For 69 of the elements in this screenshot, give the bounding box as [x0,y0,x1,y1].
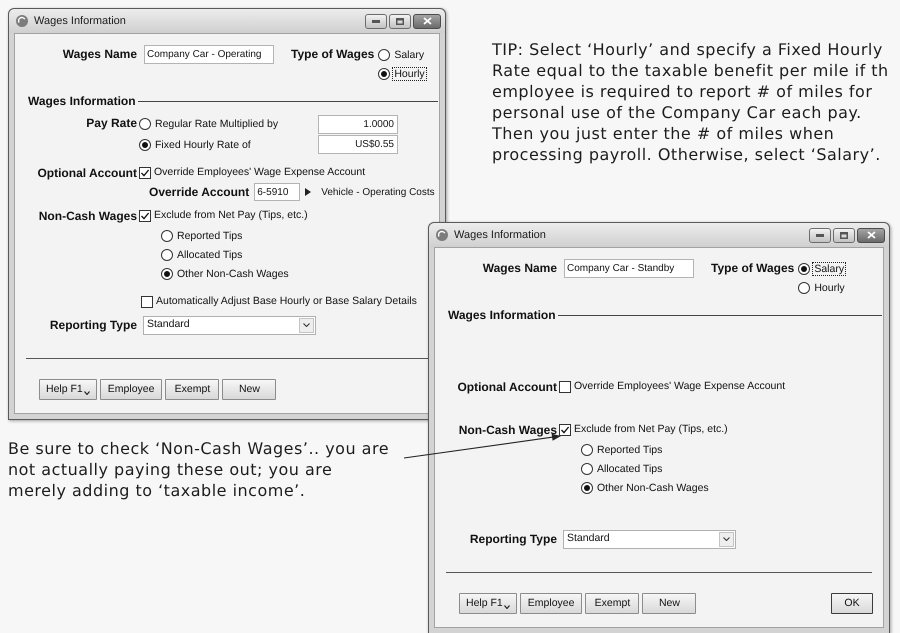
field-label: Override Account [149,184,250,201]
rate-field[interactable]: 1.0000 [318,114,398,134]
field-label: Optional Account [36,164,137,182]
chevron-down-icon [719,532,734,546]
chevron-down-icon [299,318,314,332]
help-menu-button[interactable]: Help F1 [39,379,97,400]
account-name: Vehicle - Operating Costs [321,186,435,200]
close-icon [422,17,432,25]
radio-option[interactable]: Salary [378,45,426,64]
minimize-icon [372,20,380,22]
radio-option[interactable]: Fixed Hourly Rate of [139,138,318,152]
ok-button[interactable]: OK [831,593,873,614]
caret-down-icon [84,390,90,394]
round-app-icon [436,229,448,241]
radio-option[interactable]: Regular Rate Multiplied by [139,117,318,131]
field-label: Wages Name [62,46,137,63]
window-title: Wages Information [34,14,126,29]
dialog-button[interactable]: New [222,379,276,400]
checkbox-option[interactable]: Exclude from Net Pay (Tips, etc.) [139,208,308,224]
dialog-button[interactable]: Employee [100,379,162,400]
checkbox-option[interactable]: Exclude from Net Pay (Tips, etc.) [559,422,728,438]
checkbox-option[interactable]: Override Employees' Wage Expense Account [139,165,366,181]
triangle-right-icon[interactable] [305,188,312,196]
note-text: Be sure to check ‘Non-Cash Wages’.. you are not actually paying these out; you are merely adding to ‘taxable income’. [8,438,390,501]
field-label: Wages Name [482,260,557,277]
radio-option[interactable]: Allocated Tips [581,459,664,478]
minimize-button[interactable] [809,228,831,242]
field-label: Type of Wages [291,46,374,63]
field-label: Non-Cash Wages [458,422,557,438]
reporting-type-select[interactable]: Standard [563,530,736,548]
field-label: Reporting Type [48,316,137,334]
rate-field[interactable]: US$0.55 [318,135,398,154]
dialog-button[interactable]: Exempt [165,379,220,400]
reporting-type-select[interactable]: Standard [143,316,316,334]
minimize-button[interactable] [365,14,387,28]
maximize-icon [840,232,848,238]
radio-option[interactable]: Allocated Tips [161,245,244,264]
radio-option[interactable]: Reported Tips [581,440,664,459]
field-label: Non-Cash Wages [38,208,137,224]
minimize-icon [816,234,824,236]
field-label: Reporting Type [468,530,557,548]
window-title: Wages Information [454,228,546,243]
section-title: Wages Information [28,93,136,110]
help-menu-button[interactable]: Help F1 [459,593,517,614]
section-title: Wages Information [448,307,556,324]
radio-option[interactable]: Other Non-Cash Wages [161,264,291,283]
maximize-button[interactable] [389,14,411,28]
tip-text: TIP: Select ‘Hourly’ and specify a Fixed Hourly Rate equal to the taxable benefit per mile if th employee is required to report # of miles for personal use of the Company Car each pay. Then you just enter the # of miles when processing payroll. Otherwise, select ‘Salary’. [492,39,889,165]
maximize-icon [396,18,404,24]
round-app-icon [16,15,28,27]
dialog-button[interactable]: Employee [520,593,582,614]
field-label: Optional Account [456,378,557,396]
override-account-field[interactable]: 6-5910 [254,183,300,201]
checkbox-option[interactable]: Override Employees' Wage Expense Account [559,379,786,395]
wages-name-field[interactable]: Company Car - Operating [144,45,274,64]
dialog-button[interactable]: Exempt [585,593,640,614]
close-button[interactable] [857,228,885,242]
radio-option[interactable]: Hourly [798,278,847,297]
dialog-button[interactable]: New [642,593,696,614]
field-label: Type of Wages [711,260,794,277]
checkbox-option[interactable]: Automatically Adjust Base Hourly or Base Salary Details [141,294,417,310]
close-icon [866,231,876,239]
field-label: Pay Rate [85,115,137,132]
radio-option[interactable]: Other Non-Cash Wages [581,478,711,497]
caret-down-icon [504,604,510,608]
radio-option[interactable]: Reported Tips [161,226,244,245]
maximize-button[interactable] [833,228,855,242]
wages-name-field[interactable]: Company Car - Standby [564,259,694,278]
close-button[interactable] [413,14,441,28]
